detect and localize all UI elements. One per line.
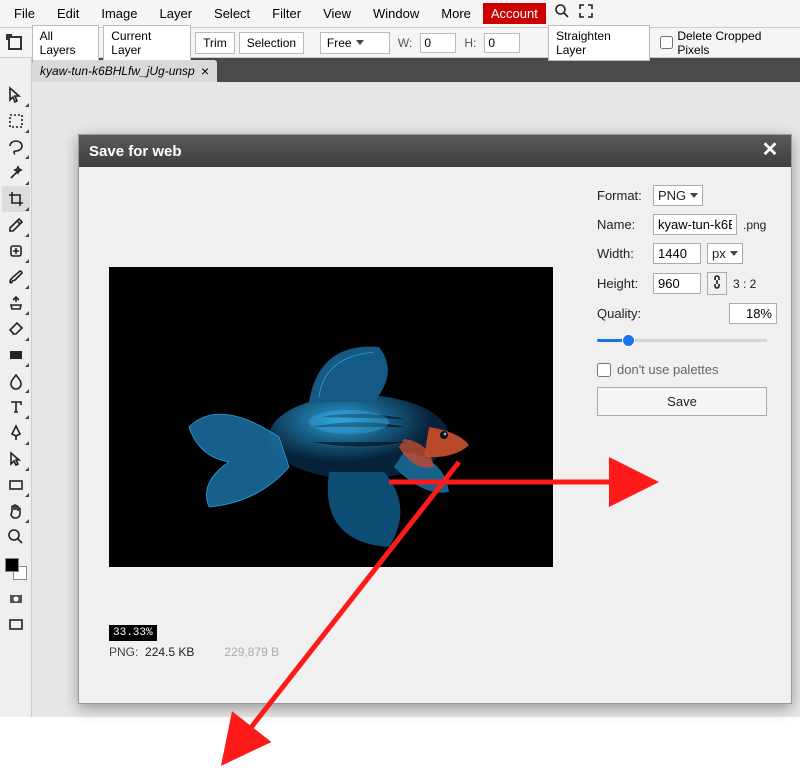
slider-thumb[interactable]: [622, 334, 635, 347]
format-label: Format:: [597, 188, 647, 203]
tool-type[interactable]: [2, 394, 30, 420]
tool-screenmode[interactable]: [2, 612, 30, 638]
quality-input[interactable]: [729, 303, 777, 324]
quality-slider[interactable]: [597, 332, 767, 348]
tool-shape[interactable]: [2, 472, 30, 498]
format-select[interactable]: PNG: [653, 185, 703, 206]
tool-hand[interactable]: [2, 498, 30, 524]
palettes-label: don't use palettes: [617, 362, 719, 377]
opt-selection[interactable]: Selection: [239, 32, 304, 54]
close-icon[interactable]: ×: [201, 63, 209, 79]
opt-trim[interactable]: Trim: [195, 32, 235, 54]
tool-blur[interactable]: [2, 368, 30, 394]
palettes-checkbox-row[interactable]: don't use palettes: [597, 362, 777, 377]
opt-mode-value: Free: [327, 36, 352, 50]
menu-edit[interactable]: Edit: [47, 2, 89, 25]
palettes-checkbox[interactable]: [597, 363, 611, 377]
opt-straighten[interactable]: Straighten Layer: [548, 25, 650, 61]
tool-gradient[interactable]: [2, 342, 30, 368]
tool-crop[interactable]: [2, 186, 30, 212]
footer-bytes: 229,879 B: [224, 645, 279, 659]
search-icon[interactable]: [554, 3, 570, 24]
dialog-title: Save for web: [89, 143, 182, 160]
tool-brush[interactable]: [2, 264, 30, 290]
tool-quickmask[interactable]: [2, 586, 30, 612]
menu-file[interactable]: File: [4, 2, 45, 25]
opt-delete-cropped-check[interactable]: [660, 36, 673, 49]
width-input[interactable]: [653, 243, 701, 264]
fullscreen-icon[interactable]: [578, 3, 594, 24]
dialog-close-button[interactable]: ✕: [759, 140, 781, 162]
footer-format: PNG:: [109, 645, 138, 659]
crop-icon: [6, 34, 24, 52]
tool-eyedropper[interactable]: [2, 212, 30, 238]
menu-view[interactable]: View: [313, 2, 361, 25]
link-aspect-icon[interactable]: [707, 272, 727, 295]
zoom-badge[interactable]: 33.33%: [109, 625, 157, 641]
name-input[interactable]: [653, 214, 737, 235]
opt-delete-cropped[interactable]: Delete Cropped Pixels: [660, 29, 794, 57]
opt-w-input[interactable]: [420, 33, 456, 53]
opt-delete-cropped-label: Delete Cropped Pixels: [677, 29, 794, 57]
tool-healing[interactable]: [2, 238, 30, 264]
save-for-web-dialog: Save for web ✕: [78, 134, 792, 704]
toolbox: [0, 58, 32, 717]
opt-w-label: W:: [394, 36, 416, 50]
menu-image[interactable]: Image: [91, 2, 147, 25]
opt-mode-select[interactable]: Free: [320, 32, 390, 54]
tool-move[interactable]: [2, 82, 30, 108]
save-button[interactable]: Save: [597, 387, 767, 416]
chevron-down-icon: [690, 193, 698, 198]
footer-size: 224.5 KB: [145, 645, 194, 659]
color-swatch[interactable]: [5, 558, 27, 580]
chevron-down-icon: [356, 40, 364, 45]
document-tab[interactable]: kyaw-tun-k6BHLfw_jUg-unsp ×: [32, 60, 217, 82]
document-tabs: kyaw-tun-k6BHLfw_jUg-unsp ×: [0, 58, 800, 82]
height-label: Height:: [597, 276, 647, 291]
opt-current-layer[interactable]: Current Layer: [103, 25, 191, 61]
options-bar: All Layers Current Layer Trim Selection …: [0, 28, 800, 58]
menu-more[interactable]: More: [431, 2, 481, 25]
tool-clone-stamp[interactable]: [2, 290, 30, 316]
name-extension: .png: [743, 218, 766, 232]
menu-layer[interactable]: Layer: [150, 2, 203, 25]
menu-account[interactable]: Account: [483, 3, 546, 24]
unit-select[interactable]: px: [707, 243, 743, 264]
chevron-down-icon: [730, 251, 738, 256]
dialog-body: Format: PNG Name: .png Width: px Height:…: [79, 167, 791, 703]
menu-select[interactable]: Select: [204, 2, 260, 25]
tool-eraser[interactable]: [2, 316, 30, 342]
tool-path-select[interactable]: [2, 446, 30, 472]
export-footer: PNG: 224.5 KB 229,879 B: [109, 645, 279, 659]
image-preview: [109, 267, 553, 567]
betta-fish-image: [109, 267, 553, 567]
quality-label: Quality:: [597, 306, 647, 321]
name-label: Name:: [597, 217, 647, 232]
dialog-titlebar: Save for web ✕: [79, 135, 791, 167]
tool-zoom[interactable]: [2, 524, 30, 550]
opt-h-label: H:: [460, 36, 480, 50]
export-controls: Format: PNG Name: .png Width: px Height:…: [597, 185, 777, 416]
height-input[interactable]: [653, 273, 701, 294]
document-tab-title: kyaw-tun-k6BHLfw_jUg-unsp: [40, 64, 195, 78]
tool-pen[interactable]: [2, 420, 30, 446]
opt-h-input[interactable]: [484, 33, 520, 53]
aspect-ratio: 3 : 2: [733, 277, 756, 291]
opt-all-layers[interactable]: All Layers: [32, 25, 100, 61]
menu-window[interactable]: Window: [363, 2, 429, 25]
menu-filter[interactable]: Filter: [262, 2, 311, 25]
tool-lasso[interactable]: [2, 134, 30, 160]
tool-marquee[interactable]: [2, 108, 30, 134]
tool-magic-wand[interactable]: [2, 160, 30, 186]
width-label: Width:: [597, 246, 647, 261]
